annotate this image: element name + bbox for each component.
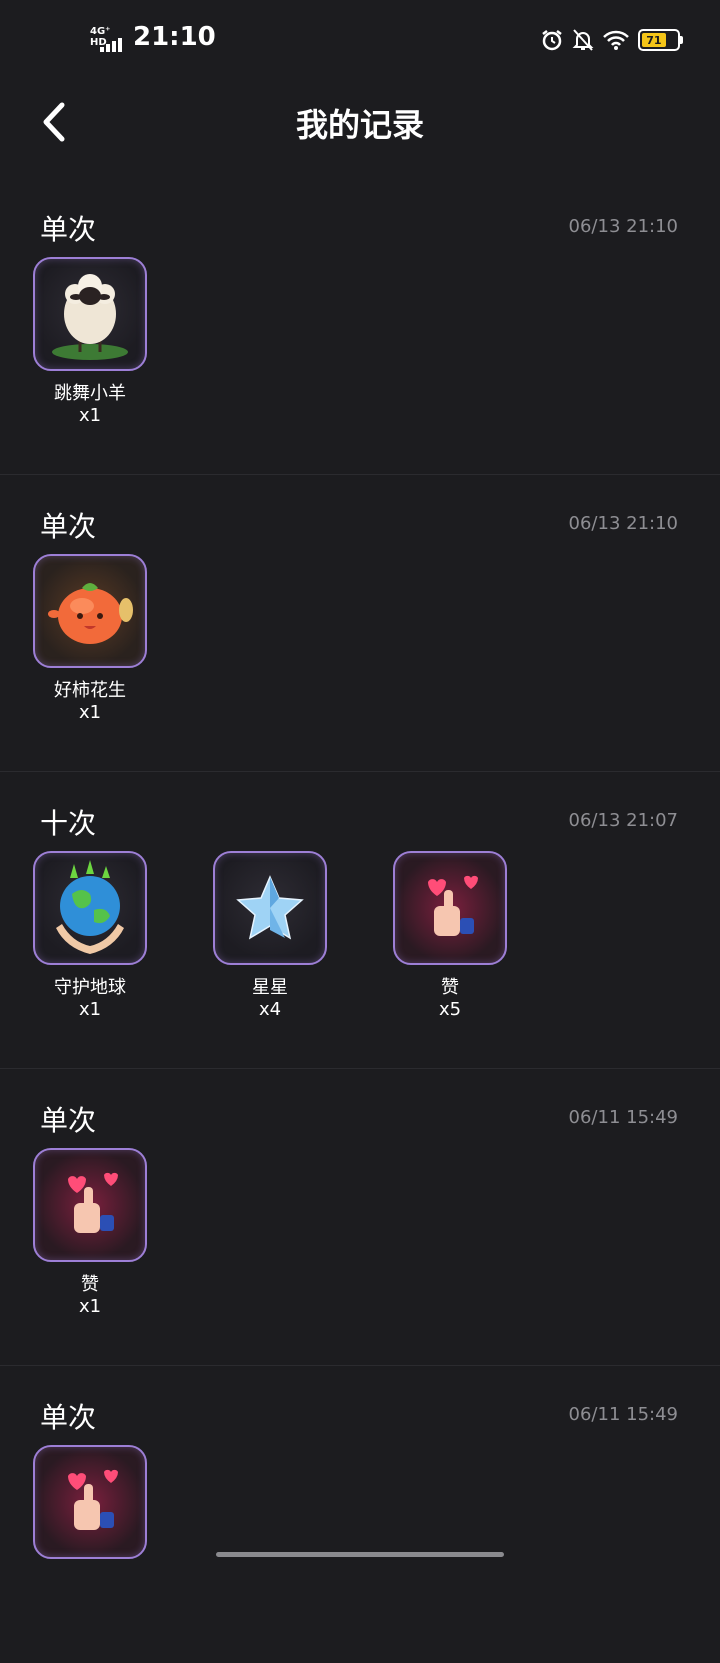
gift-thumbnail	[393, 851, 507, 965]
persimmon-icon	[48, 583, 133, 644]
record-time: 06/11 15:49	[568, 1404, 678, 1425]
thumbs-up-icon	[68, 1172, 118, 1233]
battery-level: 71	[642, 33, 666, 47]
gift-name: 赞	[81, 1274, 99, 1295]
gift-thumbnail	[213, 851, 327, 965]
status-bar: 4G⁺ HD 21:10 71	[0, 0, 720, 80]
record-type: 单次	[40, 1104, 97, 1137]
gift-quantity: x1	[78, 1296, 102, 1317]
star-icon	[236, 875, 304, 940]
gift-item[interactable]: 好柿花生 x1	[33, 554, 147, 724]
record-type: 单次	[40, 510, 97, 543]
signal-icon: 4G⁺ HD	[90, 26, 128, 52]
records-list: 单次 06/13 21:10 跳舞小羊 x1 单次 06/13 21:10 好柿…	[0, 178, 720, 1663]
record-card: 单次 06/13 21:10 跳舞小羊 x1	[0, 178, 720, 475]
gift-item[interactable]	[33, 1445, 147, 1559]
page-title: 我的记录	[295, 106, 424, 144]
gift-quantity: x1	[78, 702, 102, 723]
record-time: 06/11 15:49	[568, 1107, 678, 1128]
gift-item[interactable]: 赞 x5	[393, 851, 507, 1021]
header: 我的记录	[0, 80, 720, 170]
gift-item[interactable]: 赞 x1	[33, 1148, 147, 1318]
record-time: 06/13 21:10	[568, 513, 678, 534]
gift-quantity: x1	[78, 405, 102, 426]
record-card: 单次 06/11 15:49	[0, 1366, 720, 1663]
gift-item[interactable]: 跳舞小羊 x1	[33, 257, 147, 427]
gift-quantity: x4	[258, 999, 282, 1020]
wifi-icon	[602, 29, 630, 51]
thumbs-up-icon	[428, 875, 478, 936]
gift-name: 星星	[252, 977, 288, 998]
status-icons: 71	[540, 26, 683, 54]
mute-bell-icon	[572, 28, 594, 52]
status-time: 21:10	[133, 22, 216, 52]
gift-thumbnail	[33, 1148, 147, 1262]
thumbs-up-icon	[68, 1469, 118, 1530]
record-time: 06/13 21:07	[568, 810, 678, 831]
battery-icon: 71	[638, 29, 683, 51]
gift-name: 跳舞小羊	[54, 383, 126, 404]
earth-icon	[56, 860, 124, 954]
alarm-icon	[540, 28, 564, 52]
gift-quantity: x1	[78, 999, 102, 1020]
gift-name: 赞	[441, 977, 459, 998]
record-type: 单次	[40, 213, 97, 246]
sheep-icon	[52, 274, 128, 360]
record-card: 单次 06/11 15:49 赞 x1	[0, 1069, 720, 1366]
gift-name: 好柿花生	[54, 680, 126, 701]
record-time: 06/13 21:10	[568, 216, 678, 237]
home-indicator[interactable]	[216, 1552, 504, 1557]
gift-item[interactable]: 守护地球 x1	[33, 851, 147, 1021]
gift-name: 守护地球	[54, 977, 126, 998]
gift-item[interactable]: 星星 x4	[213, 851, 327, 1021]
gift-thumbnail	[33, 554, 147, 668]
record-card: 十次 06/13 21:07 守护地球 x1 星星 x4 赞 x5	[0, 772, 720, 1069]
gift-thumbnail	[33, 851, 147, 965]
gift-thumbnail	[33, 1445, 147, 1559]
record-type: 十次	[40, 807, 97, 840]
record-card: 单次 06/13 21:10 好柿花生 x1	[0, 475, 720, 772]
gift-quantity: x5	[438, 999, 462, 1020]
gift-thumbnail	[33, 257, 147, 371]
record-type: 单次	[40, 1401, 97, 1434]
